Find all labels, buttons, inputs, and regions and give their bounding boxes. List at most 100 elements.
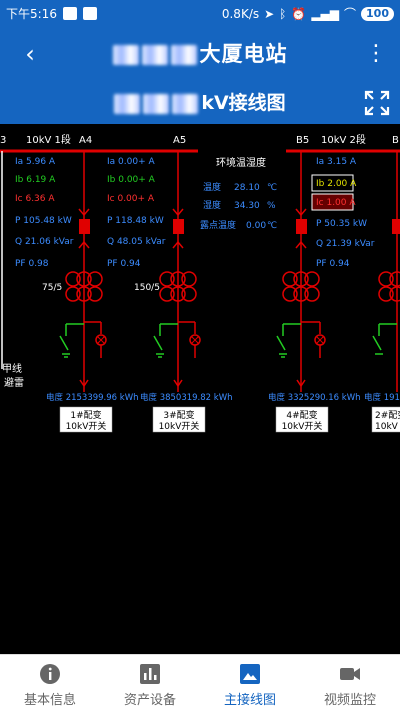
feeder-ia: Ia 0.00+ A <box>107 157 155 167</box>
image-icon <box>240 664 260 684</box>
feeder-ia: Ia 5.96 A <box>15 157 56 167</box>
feeder-id: A5 <box>173 135 186 146</box>
bluetooth-icon: ᛒ <box>279 6 287 21</box>
feeder-energy: 电度 19101 <box>364 392 400 403</box>
app-p-icon <box>82 7 97 20</box>
env-title: 环境温湿度 <box>216 156 266 169</box>
more-vert-icon[interactable]: ⋮ <box>364 38 388 70</box>
bus-right-edge: B <box>392 135 399 146</box>
location-icon: ➤ <box>264 6 275 21</box>
switch-line2: 10kV开关 <box>159 420 200 432</box>
switch-line1: 2#配变 <box>375 409 400 421</box>
page-title-text: 大厦电站 <box>199 42 288 66</box>
network-speed: 0.8K/s <box>221 6 260 21</box>
feeder-p: P 50.35 kW <box>316 219 367 229</box>
feeder-ct: 150/5 <box>134 283 160 293</box>
feeder-ic: Ic 1.00 A <box>316 198 356 208</box>
feeder-ib: Ib 0.00+ A <box>107 175 156 185</box>
video-camera-icon <box>340 668 360 680</box>
environment-panel: 环境温湿度 温度 28.10 ℃ 湿度 34.30 % 露点温度 0.00 ℃ <box>200 156 277 231</box>
wifi-icon: ⌒ <box>344 7 357 21</box>
nav-basic-info[interactable]: 基本信息 <box>0 655 100 711</box>
info-icon <box>40 664 60 684</box>
feeder-pf: PF 0.94 <box>316 259 350 269</box>
switch-line2: 10kV开关 <box>66 420 107 432</box>
blurred-text <box>112 45 139 65</box>
nav-video[interactable]: 视频监控 <box>300 655 400 711</box>
env-temp-unit: ℃ <box>267 183 277 193</box>
feeder-energy: 电度 3325290.16 kWh <box>268 392 361 403</box>
feeder-a5[interactable] <box>153 151 201 392</box>
env-hum-value: 34.30 <box>234 201 260 211</box>
switch-line1: 1#配变 <box>70 409 101 421</box>
notification-icon <box>62 7 77 20</box>
feeder-q: Q 21.06 kVar <box>15 237 74 247</box>
switch-line1: 3#配变 <box>163 409 194 421</box>
env-temp-value: 28.10 <box>234 183 260 193</box>
blurred-text <box>141 45 168 65</box>
wiring-diagram[interactable]: 3 10kV 1段 10kV 2段 B A4 A5 B5 Ia 5.96 A I… <box>0 124 400 654</box>
env-hum-label: 湿度 <box>203 199 221 211</box>
feeder-ib: Ib 2.00 A <box>316 179 357 189</box>
status-time: 下午5:16 <box>6 7 57 21</box>
switch-box[interactable]: 1#配变 10kV开关 <box>59 406 113 433</box>
app-bar: ‹ 大厦电站 ⋮ <box>0 26 400 82</box>
blurred-text <box>172 93 199 114</box>
feeder-p: P 118.48 kW <box>107 216 164 226</box>
diagram-title: kV接线图 <box>80 82 320 124</box>
env-dew-unit: ℃ <box>267 221 277 231</box>
nav-label: 视频监控 <box>323 693 376 708</box>
bus-left-label: 10kV 1段 <box>26 133 71 146</box>
feeder-energy: 电度 3850319.82 kWh <box>140 392 233 403</box>
status-bar: 下午5:16 0.8K/s ➤ ᛒ ⏰ ▂▄▆ ⌒ 100 <box>0 0 400 26</box>
left-arrester-label: 避雷 <box>4 376 24 389</box>
left-line-label: 甲线 <box>2 362 22 375</box>
bus-right-label: 10kV 2段 <box>321 133 366 146</box>
switch-box[interactable]: 3#配变 10kV开关 <box>152 406 206 433</box>
feeder-ic: Ic 6.36 A <box>15 194 55 204</box>
nav-label: 主接线图 <box>223 693 276 708</box>
feeder-ia: Ia 3.15 A <box>316 157 357 167</box>
switch-line2: 10kV <box>375 422 399 432</box>
feeder-b4[interactable] <box>372 151 400 392</box>
feeder-pf: PF 0.94 <box>107 259 141 269</box>
switch-line1: 4#配变 <box>286 409 317 421</box>
switch-box[interactable]: 4#配变 10kV开关 <box>275 406 329 433</box>
battery-indicator: 100 <box>361 6 394 21</box>
feeder-a4[interactable] <box>59 151 107 392</box>
fullscreen-icon[interactable] <box>364 90 390 116</box>
diagram-svg: 3 10kV 1段 10kV 2段 B A4 A5 B5 Ia 5.96 A I… <box>0 133 400 433</box>
signal-icon: ▂▄▆ <box>311 6 340 21</box>
env-dew-label: 露点温度 <box>200 219 236 231</box>
feeder-ib: Ib 6.19 A <box>15 175 56 185</box>
back-arrow-icon[interactable]: ‹ <box>14 38 46 70</box>
blurred-text <box>170 45 197 65</box>
diagram-title-text: kV接线图 <box>201 92 286 114</box>
feeder-pf: PF 0.98 <box>15 259 49 269</box>
feeder-q: Q 48.05 kVar <box>107 237 166 247</box>
bar-chart-icon <box>140 664 160 684</box>
switch-line2: 10kV开关 <box>282 420 323 432</box>
switch-box[interactable]: 2#配变 10kV <box>371 406 400 433</box>
alarm-icon: ⏰ <box>291 6 307 21</box>
env-temp-label: 温度 <box>203 181 221 193</box>
feeder-id: A4 <box>79 135 92 146</box>
bus-left-edge: 3 <box>0 135 6 146</box>
bottom-navigation: 基本信息 资产设备 主接线图 视频监控 <box>0 654 400 711</box>
nav-label: 资产设备 <box>123 693 176 708</box>
diagram-header: kV接线图 <box>0 82 400 124</box>
feeder-q: Q 21.39 kVar <box>316 239 375 249</box>
env-dew-value: 0.00 <box>246 221 266 231</box>
env-hum-unit: % <box>267 201 276 211</box>
nav-assets[interactable]: 资产设备 <box>100 655 200 711</box>
page-title: 大厦电站 <box>70 26 330 82</box>
blurred-text <box>114 93 141 114</box>
feeder-ct: 75/5 <box>42 283 62 293</box>
feeder-id: B5 <box>296 135 309 146</box>
nav-wiring-diagram[interactable]: 主接线图 <box>200 655 300 711</box>
feeder-energy: 电度 2153399.96 kWh <box>46 392 139 403</box>
blurred-text <box>143 93 170 114</box>
feeder-ic: Ic 0.00+ A <box>107 194 155 204</box>
nav-label: 基本信息 <box>23 693 76 708</box>
feeder-p: P 105.48 kW <box>15 216 72 226</box>
